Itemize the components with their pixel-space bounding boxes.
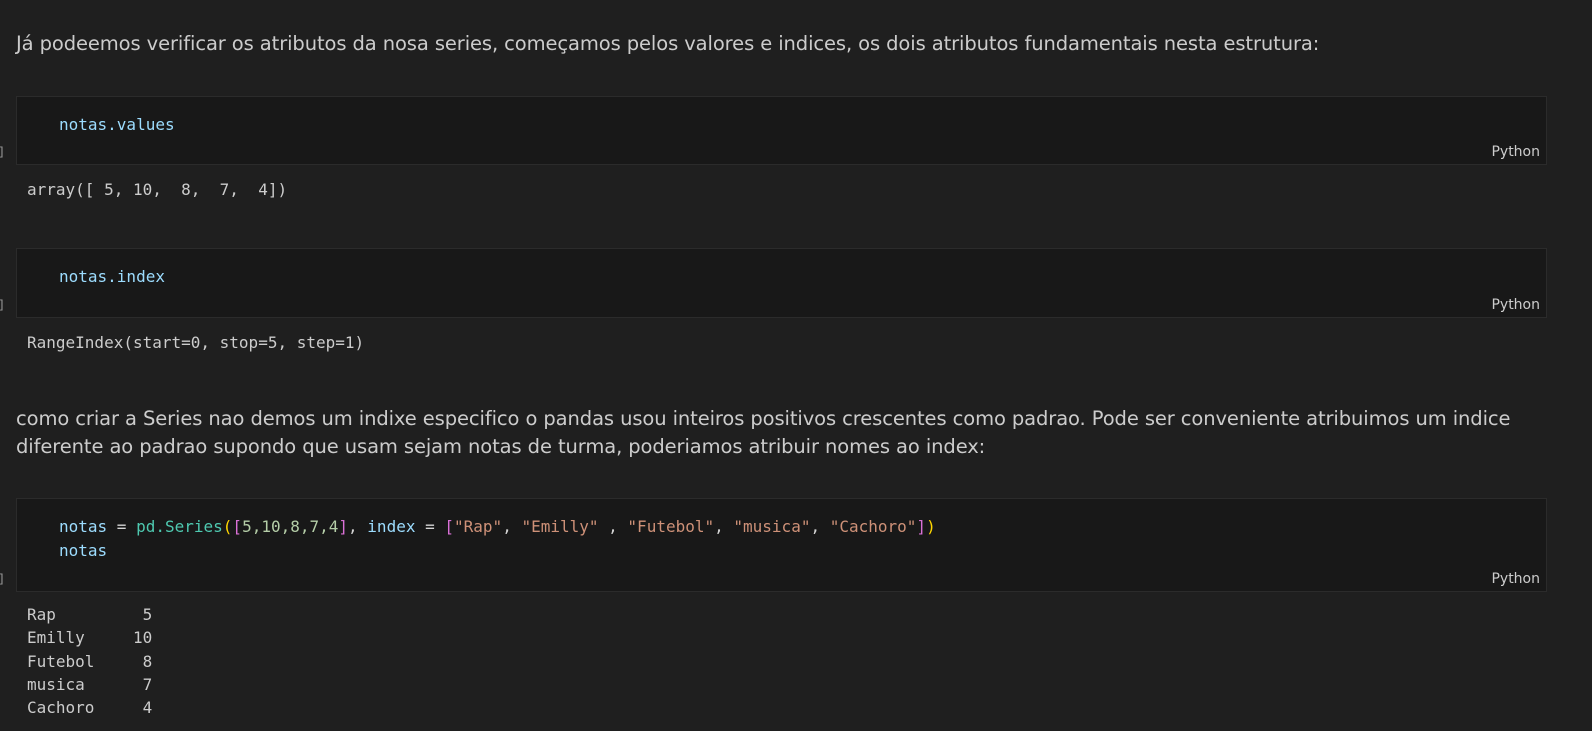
code-cell-values[interactable]: notas.values Python bbox=[16, 96, 1547, 165]
code-token: , bbox=[348, 517, 368, 536]
language-label[interactable]: Python bbox=[1491, 571, 1540, 587]
code-token: = bbox=[415, 517, 445, 536]
code-token: pd. bbox=[136, 517, 165, 536]
cell-output: Rap 5 Emilly 10 Futebol 8 musica 7 Cacho… bbox=[27, 605, 153, 718]
code-token: "Futebol" bbox=[627, 517, 715, 536]
cell-gutter-bracket: ] bbox=[0, 573, 5, 585]
code-token: ( bbox=[222, 517, 233, 536]
code-token: "musica" bbox=[733, 517, 811, 536]
code-token: , bbox=[598, 517, 628, 536]
code-token: ] bbox=[338, 517, 349, 536]
code-token: [ bbox=[232, 517, 243, 536]
code-token: , bbox=[810, 517, 830, 536]
code-block[interactable]: notas = pd.Series([5,10,8,7,4], index = … bbox=[59, 515, 936, 563]
code-token: notas bbox=[59, 541, 108, 560]
code-cell-index[interactable]: notas.index Python bbox=[16, 248, 1547, 318]
cell-output: RangeIndex(start=0, stop=5, step=1) bbox=[27, 333, 365, 352]
code-token: , bbox=[714, 517, 734, 536]
code-token: "Rap" bbox=[454, 517, 503, 536]
code-token: = bbox=[107, 517, 137, 536]
code-token: 5,10,8,7,4 bbox=[242, 517, 339, 536]
code-token: notas bbox=[59, 517, 108, 536]
markdown-index-note: como criar a Series nao demos um indixe … bbox=[16, 407, 1511, 458]
code-token: ) bbox=[926, 517, 936, 536]
language-label[interactable]: Python bbox=[1491, 144, 1540, 160]
markdown-intro: Já podeemos verificar os atributos da no… bbox=[16, 32, 1320, 55]
code-cell-series[interactable]: notas = pd.Series([5,10,8,7,4], index = … bbox=[16, 498, 1547, 592]
cell-gutter-bracket: ] bbox=[0, 299, 5, 311]
code-token: , bbox=[502, 517, 522, 536]
code-token: "Emilly" bbox=[521, 517, 599, 536]
code-token: ] bbox=[916, 517, 927, 536]
code-line[interactable]: notas.index bbox=[59, 265, 165, 289]
code-line[interactable]: notas.values bbox=[59, 113, 175, 137]
code-token: index bbox=[367, 517, 416, 536]
code-token: [ bbox=[444, 517, 455, 536]
cell-output: array([ 5, 10, 8, 7, 4]) bbox=[27, 180, 288, 199]
code-token: Series bbox=[164, 517, 223, 536]
cell-gutter-bracket: ] bbox=[0, 146, 5, 158]
language-label[interactable]: Python bbox=[1491, 297, 1540, 313]
code-token: "Cachoro" bbox=[829, 517, 917, 536]
